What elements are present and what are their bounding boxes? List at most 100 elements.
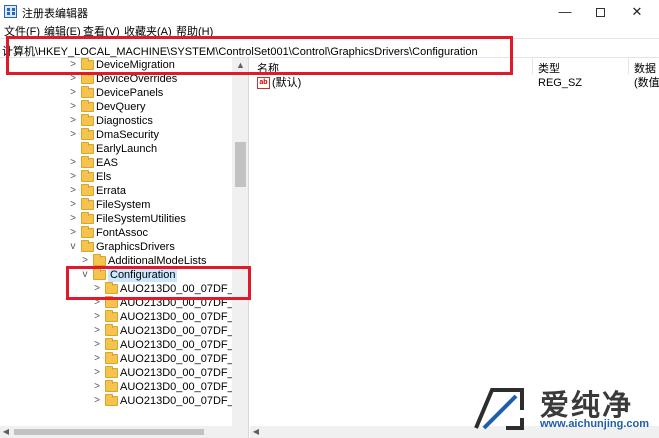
scroll-left-icon[interactable]: ◀	[250, 426, 262, 438]
minimize-button[interactable]: —	[548, 0, 582, 24]
chevron-right-icon[interactable]: >	[68, 114, 78, 128]
tree-item[interactable]: > DeviceOverrides	[0, 72, 232, 86]
folder-icon	[81, 226, 94, 238]
folder-icon	[93, 268, 106, 280]
chevron-right-icon[interactable]: >	[68, 128, 78, 142]
chevron-right-icon[interactable]: >	[92, 380, 102, 394]
tree-item[interactable]: > AUO213D0_00_07DF_4C	[0, 380, 248, 394]
tree-item[interactable]: > FileSystemUtilities	[0, 212, 232, 226]
chevron-right-icon[interactable]: >	[92, 282, 102, 296]
tree-scroll-thumb[interactable]	[235, 142, 246, 187]
folder-icon	[81, 86, 94, 98]
tree-item-label: AUO213D0_00_07DF_4C	[120, 395, 248, 407]
tree-hscroll-thumb[interactable]	[14, 429, 204, 435]
tree-item-label: EarlyLaunch	[96, 143, 158, 155]
tree-item[interactable]: > AUO213D0_00_07DF_4C	[0, 394, 248, 408]
chevron-down-icon[interactable]: v	[80, 268, 90, 282]
chevron-right-icon[interactable]: >	[68, 100, 78, 114]
folder-icon	[105, 352, 118, 364]
menu-view[interactable]: 查看(V)	[83, 26, 120, 38]
tree-item[interactable]: > DeviceMigration	[0, 58, 232, 72]
chevron-down-icon[interactable]: v	[68, 240, 78, 254]
chevron-right-icon[interactable]: >	[92, 310, 102, 324]
tree-item-label: Els	[96, 171, 112, 183]
folder-icon	[81, 114, 94, 126]
address-path[interactable]: 计算机\HKEY_LOCAL_MACHINE\SYSTEM\ControlSet…	[2, 43, 478, 59]
chevron-right-icon[interactable]: >	[92, 352, 102, 366]
close-button[interactable]: ✕	[620, 0, 654, 24]
folder-icon	[81, 184, 94, 196]
column-header-type[interactable]: 类型	[538, 60, 560, 76]
watermark-logo-icon	[474, 388, 524, 430]
folder-icon	[105, 394, 118, 406]
tree-item[interactable]: > AUO213D0_00_07DF_4C	[0, 296, 248, 310]
value-row[interactable]: ab (默认) REG_SZ (数值	[250, 76, 659, 90]
value-name: (默认)	[272, 77, 302, 89]
folder-icon	[81, 128, 94, 140]
title-bar: 注册表编辑器 — ✕	[0, 0, 659, 24]
menu-edit[interactable]: 编辑(E)	[44, 26, 81, 38]
tree-item[interactable]: v GraphicsDrivers	[0, 240, 232, 254]
folder-icon	[105, 324, 118, 336]
tree-item[interactable]: > AUO213D0_00_07DF_4C	[0, 310, 248, 324]
chevron-right-icon[interactable]: >	[68, 170, 78, 184]
menu-file[interactable]: 文件(F)	[4, 26, 40, 38]
chevron-right-icon[interactable]: >	[68, 212, 78, 226]
tree-item[interactable]: > Els	[0, 170, 232, 184]
chevron-right-icon[interactable]: >	[92, 338, 102, 352]
tree-item[interactable]: > FontAssoc	[0, 226, 232, 240]
menu-help[interactable]: 帮助(H)	[176, 26, 213, 38]
folder-icon	[105, 366, 118, 378]
chevron-right-icon[interactable]: >	[92, 366, 102, 380]
tree-item[interactable]: > AUO213D0_00_07DF_4C	[0, 352, 248, 366]
tree-item[interactable]: > EAS	[0, 156, 232, 170]
tree-item[interactable]: > FileSystem	[0, 198, 232, 212]
tree-item[interactable]: > AdditionalModeLists	[0, 254, 232, 268]
tree-item[interactable]: > AUO213D0_00_07DF_4C	[0, 324, 248, 338]
chevron-right-icon[interactable]: >	[68, 156, 78, 170]
scroll-left-icon[interactable]: ◀	[0, 426, 12, 438]
tree-item-label: DeviceMigration	[96, 59, 175, 71]
tree-item[interactable]: > AUO213D0_00_07DF_4C	[0, 338, 248, 352]
chevron-right-icon[interactable]: >	[92, 394, 102, 408]
tree-item[interactable]: > AUO213D0_00_07DF_4C	[0, 282, 248, 296]
column-header-data[interactable]: 数据	[634, 60, 656, 76]
tree-item[interactable]: EarlyLaunch	[0, 142, 232, 156]
chevron-right-icon[interactable]: >	[92, 296, 102, 310]
chevron-right-icon[interactable]: >	[68, 86, 78, 100]
tree-item-label: DevQuery	[96, 101, 146, 113]
maximize-button[interactable]	[583, 0, 617, 24]
tree-item[interactable]: > AUO213D0_00_07DF_4C	[0, 366, 248, 380]
chevron-right-icon[interactable]: >	[68, 58, 78, 72]
tree-horizontal-scrollbar[interactable]: ◀	[0, 426, 248, 438]
tree-item[interactable]: > DevicePanels	[0, 86, 232, 100]
folder-icon	[81, 100, 94, 112]
column-divider[interactable]	[628, 58, 629, 74]
value-data: (数值	[634, 77, 659, 89]
address-bar[interactable]: 计算机\HKEY_LOCAL_MACHINE\SYSTEM\ControlSet…	[0, 38, 659, 58]
tree-item[interactable]: > DevQuery	[0, 100, 232, 114]
menu-favorites[interactable]: 收藏夹(A)	[124, 26, 172, 38]
folder-icon	[105, 310, 118, 322]
chevron-right-icon[interactable]: >	[68, 226, 78, 240]
tree-item[interactable]: > DmaSecurity	[0, 128, 232, 142]
column-header-name[interactable]: 名称	[257, 60, 279, 76]
registry-editor-icon	[4, 5, 17, 18]
tree-item-label: FileSystem	[96, 199, 151, 211]
tree-item[interactable]: > Diagnostics	[0, 114, 232, 128]
chevron-right-icon[interactable]: >	[80, 254, 90, 268]
scroll-up-icon[interactable]: ▲	[232, 58, 248, 72]
tree-item-label: AUO213D0_00_07DF_4C	[120, 297, 248, 309]
folder-icon	[105, 282, 118, 294]
chevron-right-icon[interactable]: >	[68, 72, 78, 86]
tree-item-label: AUO213D0_00_07DF_4C	[120, 283, 248, 295]
column-divider[interactable]	[532, 58, 533, 74]
tree-item[interactable]: > Errata	[0, 184, 232, 198]
tree-vertical-scrollbar[interactable]: ▲	[232, 58, 248, 426]
tree-item[interactable]: v Configuration	[0, 268, 232, 282]
chevron-right-icon[interactable]: >	[68, 184, 78, 198]
tree-item-label: FileSystemUtilities	[96, 213, 186, 225]
chevron-right-icon[interactable]: >	[92, 324, 102, 338]
chevron-right-icon[interactable]: >	[68, 198, 78, 212]
tree-item-label: Configuration	[108, 268, 178, 282]
